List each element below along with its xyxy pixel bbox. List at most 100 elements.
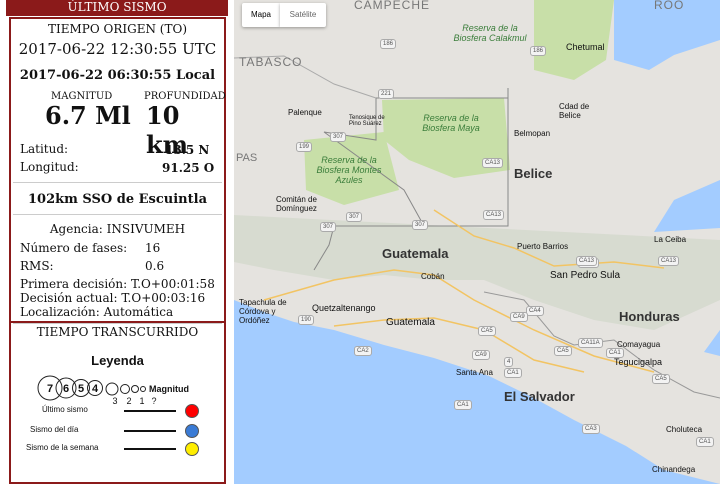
- label-guatemala-city: Guatemala: [386, 317, 435, 328]
- road-shield: CA1: [454, 400, 472, 410]
- legend-item-label: Último sismo: [42, 405, 88, 414]
- label-choluteca: Choluteca: [666, 425, 703, 434]
- label-coban: Cobán: [421, 272, 445, 281]
- epicenter-location: 102km SSO de Escuintla: [27, 192, 207, 207]
- label-san-pedro-sula: San Pedro Sula: [550, 270, 621, 281]
- road-shield: CA2: [354, 346, 372, 356]
- road-shield: 307: [412, 220, 429, 230]
- label-honduras: Honduras: [619, 309, 680, 324]
- label-calakmul: Reserva de la Biosfera Calakmul: [453, 23, 527, 43]
- longitude-value: 91.25 O: [162, 161, 215, 175]
- legend-color-dot: [185, 424, 199, 438]
- road-shield: CA11A: [578, 338, 603, 348]
- origin-time-label: TIEMPO ORIGEN (TO): [48, 22, 187, 36]
- road-shield: CA1: [504, 368, 522, 378]
- road-shield: CA13: [483, 210, 505, 220]
- legend-row: Sismo de la semana: [11, 441, 224, 457]
- magnitude-4: 4: [92, 383, 99, 395]
- map-base: [234, 0, 720, 484]
- label-palenque: Palenque: [288, 108, 322, 117]
- label-guatemala-country: Guatemala: [382, 246, 449, 261]
- label-montes-azules: Reserva de la Biosfera Montes Azules: [316, 155, 382, 185]
- label-tabasco: TABASCO: [239, 55, 303, 69]
- road-shield: 221: [378, 89, 395, 99]
- road-shield: CA5: [478, 326, 496, 336]
- road-shield: CA13: [482, 158, 504, 168]
- current-decision: Decisión actual: T.O+00:03:16: [20, 291, 206, 305]
- label-puerto-barrios: Puerto Barrios: [517, 242, 569, 251]
- road-shield: CA13: [576, 256, 598, 266]
- road-shield: 307: [346, 212, 363, 222]
- label-quetzaltenango: Quetzaltenango: [312, 303, 376, 313]
- elapsed-time-label: TIEMPO TRANSCURRIDO: [36, 325, 199, 339]
- latitude-label: Latitud:: [20, 142, 69, 156]
- label-quintana-roo: ROO: [654, 0, 685, 12]
- rms-value: 0.6: [145, 259, 165, 273]
- longitude-label: Longitud:: [20, 160, 79, 174]
- road-shield: CA9: [510, 312, 528, 322]
- legend-line: [124, 448, 176, 450]
- local-time: 2017-06-22 06:30:55 Local: [19, 68, 216, 83]
- road-shield: CA4: [526, 306, 544, 316]
- label-tegucigalpa: Tegucigalpa: [614, 357, 663, 367]
- legend-line: [124, 430, 176, 432]
- legend-row: Sismo del día: [11, 423, 224, 439]
- road-shield: 307: [330, 132, 347, 142]
- latitude-value: 13.5 N: [165, 143, 210, 157]
- road-shield: CA3: [582, 424, 600, 434]
- divider: [13, 182, 222, 183]
- label-comayagua: Comayagua: [617, 340, 661, 349]
- legend-color-dot: [185, 442, 199, 456]
- map-type-button-satelite[interactable]: Satélite: [280, 3, 326, 27]
- agency: Agencia: INSIVUMEH: [49, 222, 186, 236]
- label-maya: Reserva de la Biosfera Maya: [422, 113, 480, 133]
- quake-details-box: TIEMPO ORIGEN (TO) 2017-06-22 12:30:55 U…: [9, 17, 226, 323]
- label-campeche: CAMPECHE: [354, 0, 431, 12]
- panel-header: ÚLTIMO SISMO: [6, 0, 228, 16]
- magnitude-scale-graphic: 7 6 5 4 3 2 1 ? Magnitud: [37, 375, 189, 405]
- road-shield: 186: [530, 46, 547, 56]
- first-decision: Primera decisión: T.O+00:01:58: [20, 277, 215, 291]
- label-pas: PAS: [236, 152, 258, 164]
- road-shield: 199: [296, 142, 313, 152]
- road-shield: CA5: [652, 374, 670, 384]
- legend-item-label: Sismo de la semana: [26, 443, 99, 452]
- phases-value: 16: [145, 241, 161, 255]
- magnitude-7: 7: [47, 383, 53, 395]
- elapsed-time-box: TIEMPO TRANSCURRIDO Leyenda 7 6 5 4 3 2 …: [9, 323, 226, 484]
- magnitude-caption: Magnitud: [149, 384, 189, 394]
- label-chetumal: Chetumal: [566, 42, 605, 52]
- legend-row: Último sismo: [11, 403, 224, 419]
- road-shield: CA5: [554, 346, 572, 356]
- utc-time: 2017-06-22 12:30:55 UTC: [18, 40, 217, 58]
- road-shield: 190: [298, 315, 315, 325]
- road-shield: 4: [504, 357, 514, 367]
- divider: [13, 214, 222, 215]
- legend-color-dot: [185, 404, 199, 418]
- legend-item-label: Sismo del día: [30, 425, 79, 434]
- road-shield: CA1: [696, 437, 714, 447]
- road-shield: CA9: [472, 350, 490, 360]
- label-comitan: Comitán de Domínguez: [276, 195, 317, 213]
- earthquake-info-panel: ÚLTIMO SISMO TIEMPO ORIGEN (TO) 2017-06-…: [0, 0, 234, 484]
- phases-label: Número de fases:: [20, 241, 128, 255]
- legend-title: Leyenda: [91, 353, 144, 368]
- map-type-button-mapa[interactable]: Mapa: [242, 3, 280, 27]
- road-shield: CA1: [606, 348, 624, 358]
- label-la-ceiba: La Ceiba: [654, 235, 687, 244]
- label-belice-country: Belice: [514, 166, 553, 181]
- divider: [13, 323, 222, 324]
- label-tapachula: Tapachula de Córdova y Ordóñez: [239, 298, 287, 325]
- label-santa-ana: Santa Ana: [456, 368, 493, 377]
- magnitude-5: 5: [78, 383, 84, 395]
- road-shield: 186: [380, 39, 397, 49]
- label-tenosique: Tenosique de Pino Suárez: [349, 115, 385, 127]
- road-shield: 307: [320, 222, 337, 232]
- road-shield: CA13: [658, 256, 680, 266]
- magnitude-value: 6.7 Ml: [45, 101, 131, 130]
- label-chinandega: Chinandega: [652, 465, 696, 474]
- label-el-salvador: El Salvador: [504, 389, 575, 404]
- map-view[interactable]: Mapa Satélite CAMPECHE ROO TABASCO PAS R…: [234, 0, 720, 484]
- magnitude-6: 6: [63, 383, 69, 395]
- rms-label: RMS:: [20, 259, 54, 273]
